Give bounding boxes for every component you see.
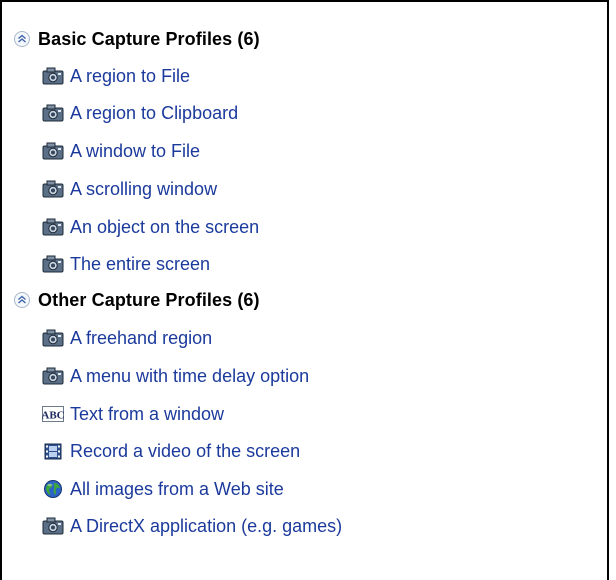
profile-item-region-to-clipboard[interactable]: A region to Clipboard [42, 98, 238, 128]
camera-icon [42, 329, 64, 347]
camera-icon [42, 218, 64, 236]
group-title: Basic Capture Profiles (6) [38, 28, 260, 49]
profile-item-label: Text from a window [70, 403, 225, 424]
camera-icon [42, 517, 64, 535]
svg-text:ABC: ABC [42, 410, 64, 422]
camera-icon [42, 104, 64, 122]
globe-icon [44, 480, 62, 498]
camera-icon [42, 67, 64, 85]
profile-item-label: A region to File [70, 65, 191, 86]
profile-item-label: The entire screen [70, 253, 211, 274]
camera-icon [42, 367, 64, 385]
profile-item-text-from-window[interactable]: ABC Text from a window [42, 399, 224, 429]
profile-item-label: A menu with time delay option [70, 365, 310, 386]
profile-item-label: A window to File [70, 140, 201, 161]
profile-item-images-from-website[interactable]: All images from a Web site [42, 474, 284, 504]
group-title: Other Capture Profiles (6) [38, 289, 260, 310]
group-header-other-capture-profiles[interactable]: Other Capture Profiles (6) [13, 285, 260, 315]
capture-profiles-panel: Basic Capture Profiles (6) A region to F… [0, 0, 609, 580]
profile-item-label: A scrolling window [70, 178, 218, 199]
camera-icon [42, 180, 64, 198]
camera-icon [42, 255, 64, 273]
film-icon [44, 443, 62, 460]
profile-item-label: Record a video of the screen [70, 440, 301, 461]
profile-item-object-on-screen[interactable]: An object on the screen [42, 212, 259, 242]
profile-item-menu-time-delay[interactable]: A menu with time delay option [42, 361, 309, 391]
camera-icon [42, 142, 64, 160]
profile-item-directx-application[interactable]: A DirectX application (e.g. games) [42, 511, 342, 541]
profile-item-label: A DirectX application (e.g. games) [70, 515, 343, 536]
profile-item-scrolling-window[interactable]: A scrolling window [42, 174, 217, 204]
profile-item-label: A freehand region [70, 327, 213, 348]
collapse-chevron-up-icon[interactable] [13, 291, 31, 309]
profile-item-entire-screen[interactable]: The entire screen [42, 249, 210, 279]
profile-item-record-video[interactable]: Record a video of the screen [42, 436, 300, 466]
profile-item-region-to-file[interactable]: A region to File [42, 61, 190, 91]
profile-item-label: All images from a Web site [70, 478, 284, 499]
group-header-basic-capture-profiles[interactable]: Basic Capture Profiles (6) [13, 24, 260, 54]
profile-item-label: An object on the screen [70, 216, 260, 237]
profile-item-label: A region to Clipboard [70, 102, 239, 123]
profile-item-window-to-file[interactable]: A window to File [42, 136, 200, 166]
text-abc-icon: ABC [42, 406, 64, 422]
profile-item-freehand-region[interactable]: A freehand region [42, 323, 212, 353]
collapse-chevron-up-icon[interactable] [13, 30, 31, 48]
